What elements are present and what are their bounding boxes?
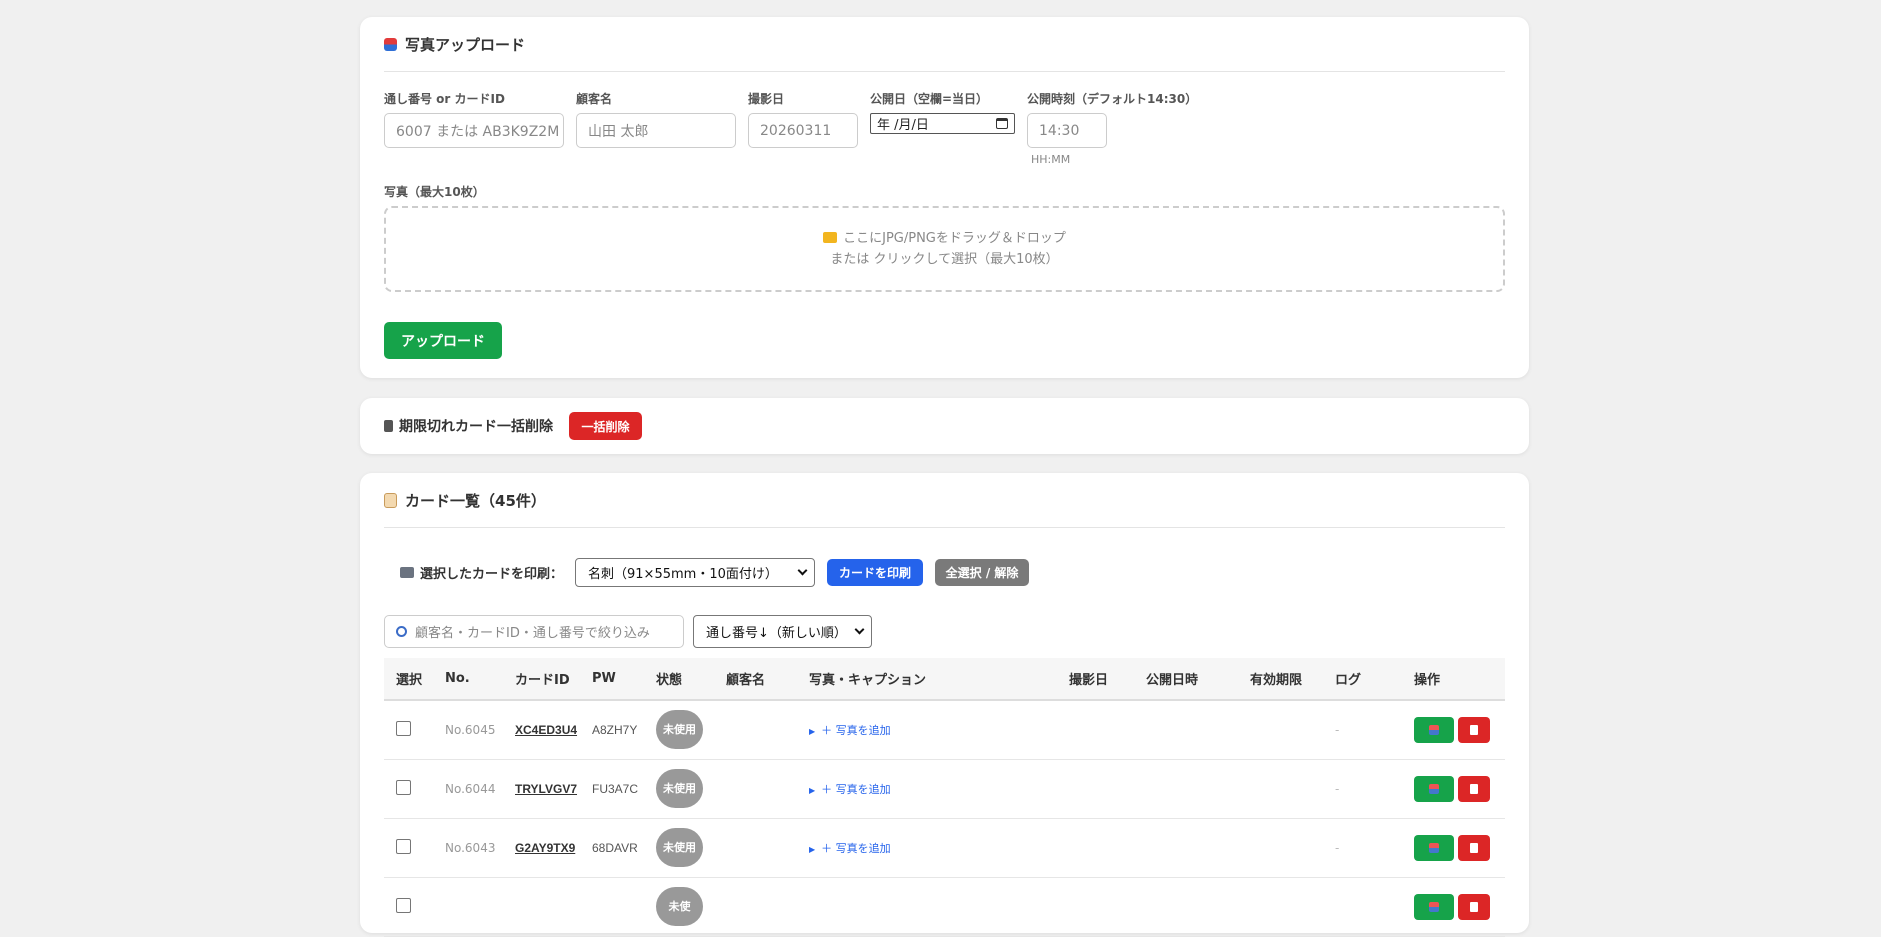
card-id-link[interactable]: TRYLVGV7 (515, 782, 577, 796)
chevron-down-icon (854, 624, 865, 635)
trash-icon (384, 420, 393, 432)
bulk-delete-button[interactable]: 一括削除 (569, 412, 642, 440)
expired-title: 期限切れカード一括削除 (399, 419, 553, 435)
card-list-title: カード一覧（45件） (384, 473, 1505, 528)
shoot-date-input[interactable]: 20260311 (748, 113, 858, 148)
col-select: 選択 (384, 658, 433, 701)
col-publish: 公開日時 (1134, 658, 1238, 701)
expired-delete-card: 期限切れカード一括削除 一括削除 (360, 398, 1529, 454)
shoot-date-field-group: 撮影日 20260311 (748, 90, 858, 148)
delete-row-button[interactable] (1458, 716, 1490, 743)
table-row: No.6045 XC4ED3U4 A8ZH7Y 未使用 ▶ ＋ 写真を追加 - (384, 700, 1505, 760)
customer-input[interactable]: 山田 太郎 (576, 113, 736, 148)
add-photo-toggle[interactable]: ▶ ＋ 写真を追加 (809, 783, 891, 796)
serial-field-group: 通し番号 or カードID 6007 または AB3K9Z2M (384, 90, 564, 148)
search-icon (396, 626, 407, 637)
row-checkbox[interactable] (396, 779, 411, 795)
status-badge: 未使用 (656, 710, 703, 750)
table-row: No.6044 TRYLVGV7 FU3A7C 未使用 ▶ ＋ 写真を追加 - (384, 759, 1505, 819)
card-table-wrap: 選択 No. カードID PW 状態 顧客名 写真・キャプション 撮影日 公開日… (384, 658, 1505, 937)
caret-right-icon: ▶ (809, 726, 816, 736)
caret-right-icon: ▶ (809, 844, 816, 854)
row-checkbox[interactable] (396, 838, 411, 854)
trash-icon (1470, 901, 1478, 912)
col-customer: 顧客名 (714, 658, 797, 701)
image-icon (1429, 842, 1439, 853)
photo-action-button[interactable] (1414, 893, 1454, 920)
trash-icon (1470, 724, 1478, 735)
row-checkbox[interactable] (396, 897, 411, 913)
publish-date-field-group: 公開日（空欄=当日） 年 /月/日 (870, 90, 1015, 134)
add-photo-toggle[interactable]: ▶ ＋ 写真を追加 (809, 724, 891, 737)
select-all-button[interactable]: 全選択 / 解除 (935, 559, 1030, 586)
photos-field-group: 写真（最大10枚） ここにJPG/PNGをドラッグ＆ドロップ または クリックし… (384, 183, 1505, 292)
upload-button[interactable]: アップロード (384, 322, 502, 359)
trash-icon (1470, 783, 1478, 794)
image-icon (1429, 901, 1439, 912)
print-toolbar: 選択したカードを印刷： 名刺（91×55mm・10面付け） カードを印刷 全選択… (400, 558, 1030, 587)
card-id-link[interactable]: XC4ED3U4 (515, 723, 577, 737)
photo-action-button[interactable] (1414, 834, 1454, 861)
folder-icon (823, 232, 838, 243)
col-photos: 写真・キャプション (797, 658, 1057, 701)
printer-icon (400, 567, 414, 578)
delete-row-button[interactable] (1458, 834, 1490, 861)
add-photo-toggle[interactable]: ▶ ＋ 写真を追加 (809, 842, 891, 855)
print-format-select[interactable]: 名刺（91×55mm・10面付け） (575, 558, 816, 587)
col-expiry: 有効期限 (1238, 658, 1323, 701)
image-icon (1429, 783, 1439, 794)
photo-action-button[interactable] (1414, 716, 1454, 743)
photo-dropzone[interactable]: ここにJPG/PNGをドラッグ＆ドロップ または クリックして選択（最大10枚） (384, 206, 1505, 292)
print-cards-button[interactable]: カードを印刷 (827, 559, 924, 586)
col-pw: PW (580, 658, 644, 701)
row-checkbox[interactable] (396, 720, 411, 736)
card-list-card: カード一覧（45件） 選択したカードを印刷： 名刺（91×55mm・10面付け）… (360, 473, 1529, 937)
image-icon (1429, 724, 1439, 735)
delete-row-button[interactable] (1458, 893, 1490, 920)
publish-time-hint: HH:MM (1031, 153, 1071, 166)
publish-date-input[interactable]: 年 /月/日 (870, 113, 1015, 134)
table-row: No.6043 G2AY9TX9 68DAVR 未使用 ▶ ＋ 写真を追加 - (384, 818, 1505, 878)
caret-right-icon: ▶ (809, 785, 816, 795)
customer-field-group: 顧客名 山田 太郎 (576, 90, 736, 148)
table-row: 未使 (384, 877, 1505, 937)
col-status: 状態 (644, 658, 714, 701)
calendar-icon[interactable] (996, 118, 1008, 129)
delete-row-button[interactable] (1458, 775, 1490, 802)
card-id-link[interactable]: G2AY9TX9 (515, 841, 575, 855)
col-shoot-date: 撮影日 (1057, 658, 1134, 701)
status-badge: 未使用 (656, 828, 703, 867)
clipboard-icon (384, 492, 397, 508)
photo-action-button[interactable] (1414, 775, 1454, 802)
publish-time-input[interactable]: 14:30 (1027, 113, 1107, 148)
upload-title: 写真アップロード (384, 17, 1505, 72)
search-input[interactable]: 顧客名・カードID・通し番号で絞り込み (384, 615, 684, 648)
col-card-id: カードID (503, 658, 580, 701)
serial-input[interactable]: 6007 または AB3K9Z2M (384, 113, 564, 148)
upload-card: 写真アップロード 通し番号 or カードID 6007 または AB3K9Z2M… (360, 17, 1529, 378)
col-log: ログ (1323, 658, 1402, 701)
filter-bar: 顧客名・カードID・通し番号で絞り込み 通し番号↓（新しい順） (384, 615, 872, 648)
status-badge: 未使用 (656, 769, 703, 808)
status-badge: 未使 (656, 887, 703, 926)
sort-select[interactable]: 通し番号↓（新しい順） (693, 615, 872, 648)
chevron-down-icon (797, 565, 808, 576)
col-actions: 操作 (1402, 658, 1505, 701)
card-table: 選択 No. カードID PW 状態 顧客名 写真・キャプション 撮影日 公開日… (384, 658, 1505, 937)
table-header-row: 選択 No. カードID PW 状態 顧客名 写真・キャプション 撮影日 公開日… (384, 658, 1505, 701)
publish-time-field-group: 公開時刻（デフォルト14:30） 14:30 HH:MM (1027, 92, 1198, 166)
upload-icon (384, 37, 397, 51)
col-no: No. (433, 658, 503, 701)
trash-icon (1470, 842, 1478, 853)
